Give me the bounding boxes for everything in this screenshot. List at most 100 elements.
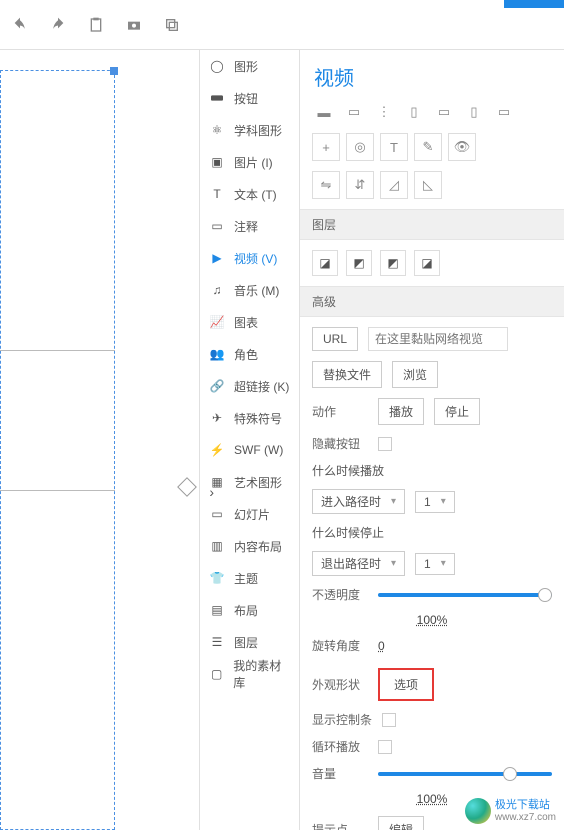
slide-icon: ▭ bbox=[208, 505, 226, 523]
menu-layout[interactable]: ▤布局 bbox=[200, 594, 299, 626]
when-play-num-dropdown[interactable]: 1 bbox=[415, 491, 455, 513]
align-icon[interactable]: ▭ bbox=[432, 101, 456, 123]
link-icon: 🔗 bbox=[208, 377, 226, 395]
flip-v-icon[interactable]: ⇵ bbox=[346, 171, 374, 199]
section-layer-header: 图层 bbox=[300, 209, 564, 240]
menu-content-layout[interactable]: ▥内容布局 bbox=[200, 530, 299, 562]
people-icon: 👥 bbox=[208, 345, 226, 363]
loop-label: 循环播放 bbox=[312, 738, 368, 755]
replace-file-button[interactable]: 替换文件 bbox=[312, 361, 382, 388]
opacity-label: 不透明度 bbox=[312, 586, 368, 603]
when-play-dropdown[interactable]: 进入路径时 bbox=[312, 489, 405, 514]
tool-row-2: + ◎ T ✎ 👁 bbox=[300, 133, 564, 171]
add-icon[interactable]: + bbox=[312, 133, 340, 161]
send-back-icon[interactable]: ◪ bbox=[414, 250, 440, 276]
path-node-icon[interactable] bbox=[177, 477, 197, 497]
layers-icon: ☰ bbox=[208, 633, 226, 651]
tool-row-1: ▬ ▭ ⋮ ▯ ▭ ▯ ▭ bbox=[300, 101, 564, 133]
show-controls-checkbox[interactable] bbox=[382, 713, 396, 727]
menu-special-char[interactable]: ✈特殊符号 bbox=[200, 402, 299, 434]
stop-button[interactable]: 停止 bbox=[434, 398, 480, 425]
grid-icon: ▤ bbox=[208, 601, 226, 619]
menu-role[interactable]: 👥角色 bbox=[200, 338, 299, 370]
menu-note[interactable]: ▭注释 bbox=[200, 210, 299, 242]
align-icon[interactable]: ▭ bbox=[492, 101, 516, 123]
comment-icon: ▭ bbox=[208, 217, 226, 235]
text-tool-icon[interactable]: T bbox=[380, 133, 408, 161]
music-icon: ♫ bbox=[208, 281, 226, 299]
menu-swf[interactable]: ⚡SWF (W) bbox=[200, 434, 299, 466]
eye-icon[interactable]: 👁 bbox=[448, 133, 476, 161]
advanced-body: URL 替换文件 浏览 动作 播放 停止 隐藏按钮 什么时候播放 进入路径时 1… bbox=[300, 317, 564, 830]
menu-my-library[interactable]: ▢我的素材库 bbox=[200, 658, 299, 690]
rotation-value[interactable]: 0 bbox=[378, 639, 385, 653]
browse-button[interactable]: 浏览 bbox=[392, 361, 438, 388]
bring-forward-icon[interactable]: ◩ bbox=[346, 250, 372, 276]
canvas[interactable]: › bbox=[0, 50, 200, 830]
cue-point-label: 提示点 bbox=[312, 821, 368, 830]
target-icon[interactable]: ◎ bbox=[346, 133, 374, 161]
insert-menu: ◯图形 按钮 ⚛学科图形 ▣图片 (I) T文本 (T) ▭注释 ▶视频 (V)… bbox=[200, 50, 300, 830]
options-button[interactable]: 选项 bbox=[378, 668, 434, 701]
layout-icon: ▥ bbox=[208, 537, 226, 555]
library-icon: ▢ bbox=[208, 665, 225, 683]
menu-text[interactable]: T文本 (T) bbox=[200, 178, 299, 210]
send-backward-icon[interactable]: ◩ bbox=[380, 250, 406, 276]
when-stop-label: 什么时候停止 bbox=[312, 524, 384, 541]
rotation-label: 旋转角度 bbox=[312, 637, 368, 654]
bring-front-icon[interactable]: ◪ bbox=[312, 250, 338, 276]
hide-button-label: 隐藏按钮 bbox=[312, 435, 368, 452]
brush-icon[interactable]: ✎ bbox=[414, 133, 442, 161]
appearance-label: 外观形状 bbox=[312, 676, 368, 693]
paste-icon[interactable] bbox=[86, 15, 106, 35]
when-stop-num-dropdown[interactable]: 1 bbox=[415, 553, 455, 575]
crop-icon[interactable] bbox=[162, 15, 182, 35]
menu-button[interactable]: 按钮 bbox=[200, 82, 299, 114]
menu-slide[interactable]: ▭幻灯片 bbox=[200, 498, 299, 530]
align-icon[interactable]: ⋮ bbox=[372, 101, 396, 123]
url-label: URL bbox=[312, 327, 358, 351]
watermark: 极光下载站 www.xz7.com bbox=[465, 798, 556, 824]
menu-theme[interactable]: 👕主题 bbox=[200, 562, 299, 594]
main-area: › ◯图形 按钮 ⚛学科图形 ▣图片 (I) T文本 (T) ▭注释 ▶视频 (… bbox=[0, 50, 564, 830]
flip-h-icon[interactable]: ⇋ bbox=[312, 171, 340, 199]
menu-music[interactable]: ♫音乐 (M) bbox=[200, 274, 299, 306]
layer-controls: ◪ ◩ ◩ ◪ bbox=[300, 240, 564, 286]
align-icon[interactable]: ▯ bbox=[402, 101, 426, 123]
menu-subject-shape[interactable]: ⚛学科图形 bbox=[200, 114, 299, 146]
opacity-slider[interactable] bbox=[378, 593, 552, 597]
menu-shape[interactable]: ◯图形 bbox=[200, 50, 299, 82]
align-icon[interactable]: ▯ bbox=[462, 101, 486, 123]
volume-label: 音量 bbox=[312, 765, 368, 782]
align-icon[interactable]: ▭ bbox=[342, 101, 366, 123]
button-icon bbox=[208, 89, 226, 107]
panel-title: 视频 bbox=[300, 50, 564, 101]
edit-button[interactable]: 编辑 bbox=[378, 816, 424, 830]
camera-icon[interactable] bbox=[124, 15, 144, 35]
shape-icon: ◯ bbox=[208, 57, 226, 75]
play-button[interactable]: 播放 bbox=[378, 398, 424, 425]
url-input[interactable] bbox=[368, 327, 508, 351]
volume-value[interactable]: 100% bbox=[417, 792, 448, 806]
mirror-icon[interactable]: ◿ bbox=[380, 171, 408, 199]
when-stop-dropdown[interactable]: 退出路径时 bbox=[312, 551, 405, 576]
menu-image[interactable]: ▣图片 (I) bbox=[200, 146, 299, 178]
align-icon[interactable]: ▬ bbox=[312, 101, 336, 123]
volume-slider[interactable] bbox=[378, 772, 552, 776]
when-play-label: 什么时候播放 bbox=[312, 462, 384, 479]
redo-icon[interactable] bbox=[48, 15, 68, 35]
selection-box[interactable] bbox=[0, 70, 115, 830]
undo-icon[interactable] bbox=[10, 15, 30, 35]
menu-art-shape[interactable]: ▦艺术图形 bbox=[200, 466, 299, 498]
chevron-right-icon[interactable]: › bbox=[209, 484, 214, 500]
opacity-value[interactable]: 100% bbox=[417, 613, 448, 627]
hide-button-checkbox[interactable] bbox=[378, 437, 392, 451]
menu-video[interactable]: ▶视频 (V) bbox=[200, 242, 299, 274]
menu-layer[interactable]: ☰图层 bbox=[200, 626, 299, 658]
mirror-icon[interactable]: ◺ bbox=[414, 171, 442, 199]
menu-hyperlink[interactable]: 🔗超链接 (K) bbox=[200, 370, 299, 402]
watermark-logo-icon bbox=[465, 798, 491, 824]
loop-checkbox[interactable] bbox=[378, 740, 392, 754]
blue-accent bbox=[504, 0, 564, 8]
menu-chart[interactable]: 📈图表 bbox=[200, 306, 299, 338]
